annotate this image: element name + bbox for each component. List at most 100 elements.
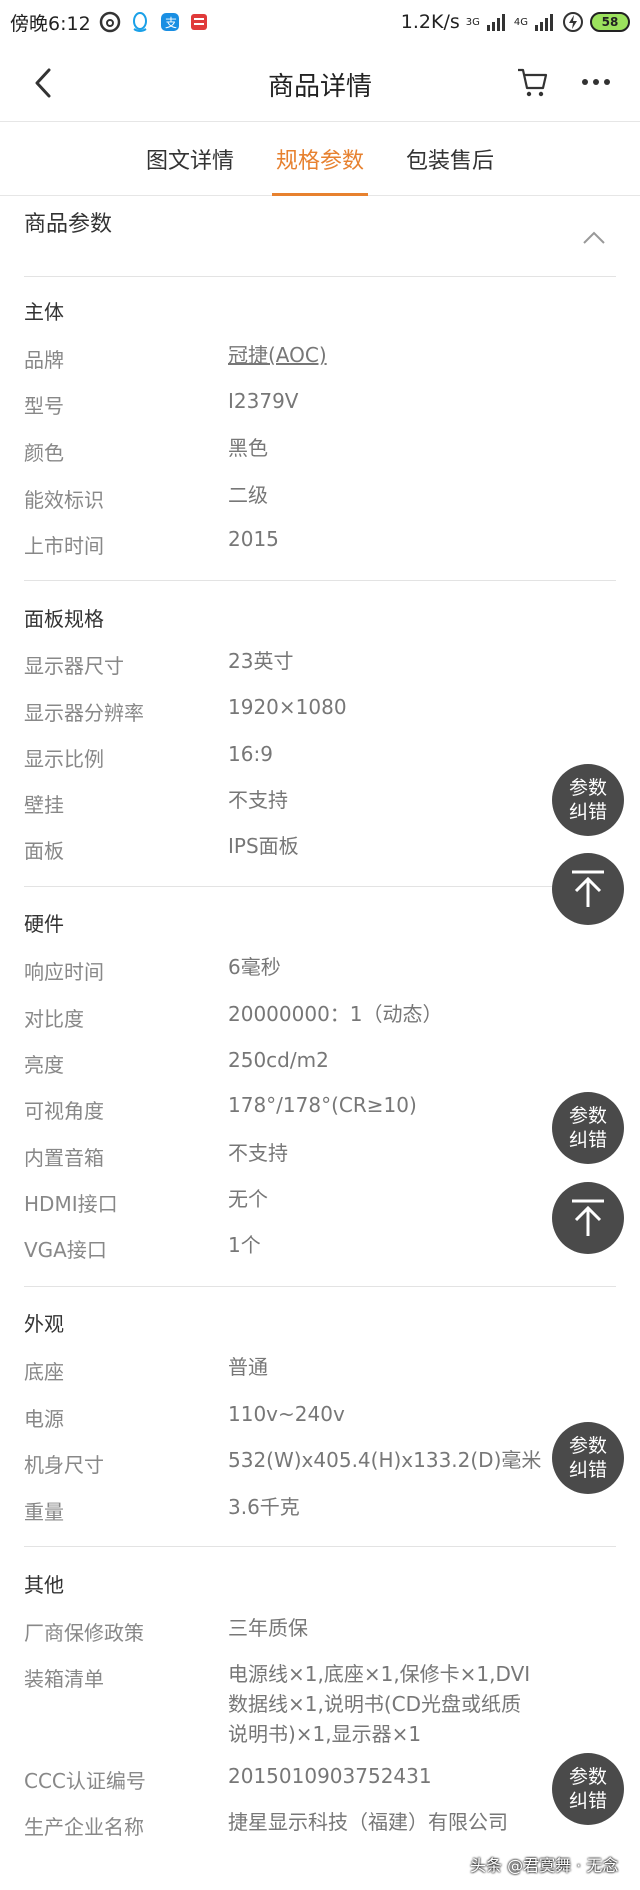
row-value-warranty: 三年质保: [228, 1616, 308, 1640]
correction-label-2: 纠错: [568, 1459, 607, 1481]
row-value-speakers: 不支持: [228, 1141, 288, 1165]
tab-image-text[interactable]: 图文详情: [142, 122, 238, 196]
row-value-contrast: 20000000：1（动态）: [228, 1002, 443, 1026]
correction-label-2: 纠错: [568, 801, 607, 823]
cart-icon: [518, 68, 548, 97]
battery-icon: 58: [590, 12, 630, 32]
row-label-color: 颜色: [24, 441, 64, 465]
row-value-hdmi: 无个: [228, 1187, 268, 1211]
row-label-warranty: 厂商保修政策: [24, 1621, 144, 1645]
network-type-2: 4G: [513, 16, 528, 28]
row-value-resolution: 1920×1080: [228, 695, 347, 719]
row-label-size: 显示器尺寸: [24, 654, 124, 678]
correction-label-2: 纠错: [568, 1129, 607, 1151]
row-label-manufacturer: 生产企业名称: [24, 1815, 144, 1839]
row-value-ccc: 2015010903752431: [228, 1764, 432, 1788]
signal-icon-2: [534, 13, 556, 31]
back-to-top-button[interactable]: [552, 853, 624, 925]
row-value-model: I2379V: [228, 389, 299, 413]
row-label-contrast: 对比度: [24, 1007, 84, 1031]
correction-label-1: 参数: [568, 777, 607, 799]
divider: [24, 276, 616, 277]
row-label-hdmi: HDMI接口: [24, 1192, 118, 1216]
signal-icon: [486, 13, 508, 31]
correction-label-1: 参数: [568, 1105, 607, 1127]
network-speed: 1.2K/s: [400, 11, 460, 33]
row-label-base: 底座: [24, 1360, 64, 1384]
row-value-size: 23英寸: [228, 649, 294, 673]
row-value-energy: 二级: [228, 483, 268, 507]
detail-tabs: 图文详情 规格参数 包装售后: [0, 122, 640, 196]
row-label-ccc: CCC认证编号: [24, 1769, 146, 1793]
row-value-packing: 电源线×1,底座×1,保修卡×1,DVI数据线×1,说明书(CD光盘或纸质说明书…: [228, 1662, 531, 1746]
row-label-wallmount: 壁挂: [24, 793, 64, 817]
collapse-button[interactable]: [580, 228, 608, 256]
group-title-other: 其他: [24, 1573, 64, 1597]
row-label-response: 响应时间: [24, 960, 104, 984]
brand-link[interactable]: 冠捷(AOC): [228, 340, 548, 370]
group-title-main: 主体: [24, 300, 64, 324]
divider: [24, 1546, 616, 1547]
row-value-base: 普通: [228, 1355, 268, 1379]
row-value-dimensions: 532(W)x405.4(H)x133.2(D)毫米: [228, 1448, 542, 1472]
row-value-vga: 1个: [228, 1233, 261, 1257]
row-label-model: 型号: [24, 394, 64, 418]
arrow-up-icon: [572, 870, 604, 907]
divider: [24, 1286, 616, 1287]
qq-icon: [129, 11, 151, 33]
row-label-brand: 品牌: [24, 348, 64, 372]
group-title-hardware: 硬件: [24, 912, 64, 936]
row-value-manufacturer: 捷星显示科技（福建）有限公司: [228, 1810, 508, 1834]
row-value-weight: 3.6千克: [228, 1495, 300, 1519]
more-button[interactable]: [578, 64, 614, 100]
row-label-panel: 面板: [24, 839, 64, 863]
row-label-viewangle: 可视角度: [24, 1099, 104, 1123]
row-label-release: 上市时间: [24, 534, 104, 558]
status-time: 傍晚6:12: [10, 12, 91, 35]
more-dots-icon: [582, 79, 610, 85]
arrow-up-icon: [572, 1199, 604, 1236]
divider: [24, 580, 616, 581]
alipay-icon: 支: [159, 11, 181, 33]
tab-specs[interactable]: 规格参数: [271, 122, 369, 196]
params-title: 商品参数: [24, 212, 113, 237]
row-value-wallmount: 不支持: [228, 788, 288, 812]
row-label-brightness: 亮度: [24, 1053, 64, 1077]
cart-button[interactable]: [515, 64, 551, 100]
row-label-vga: VGA接口: [24, 1238, 107, 1262]
row-label-energy: 能效标识: [24, 488, 104, 512]
row-value-panel: IPS面板: [228, 834, 299, 858]
row-label-speakers: 内置音箱: [24, 1146, 104, 1170]
tab-packaging[interactable]: 包装售后: [402, 122, 498, 196]
row-value-power: 110v~240v: [228, 1402, 345, 1426]
row-label-packing: 装箱清单: [24, 1667, 104, 1691]
network-type-1: 3G: [465, 16, 480, 28]
param-correction-button[interactable]: 参数 纠错: [552, 1753, 624, 1825]
svg-text:支: 支: [165, 16, 177, 30]
charging-icon: [562, 11, 584, 33]
news-app-icon: [189, 12, 209, 32]
netease-music-icon: [99, 11, 121, 33]
group-title-panel: 面板规格: [24, 607, 104, 631]
row-value-color: 黑色: [228, 436, 268, 460]
param-correction-button[interactable]: 参数 纠错: [552, 764, 624, 836]
row-value-ratio: 16:9: [228, 742, 273, 766]
chevron-up-icon: [583, 231, 605, 244]
param-correction-button[interactable]: 参数 纠错: [552, 1092, 624, 1164]
row-label-dimensions: 机身尺寸: [24, 1453, 104, 1477]
row-value-release: 2015: [228, 527, 279, 551]
row-label-power: 电源: [24, 1407, 64, 1431]
row-value-viewangle: 178°/178°(CR≥10): [228, 1093, 417, 1117]
row-label-weight: 重量: [24, 1500, 64, 1524]
divider: [24, 886, 616, 887]
back-to-top-button[interactable]: [552, 1182, 624, 1254]
row-label-resolution: 显示器分辨率: [24, 701, 144, 725]
status-bar: 傍晚6:12 支 1.2K/s 3G 4G 58: [0, 0, 640, 44]
watermark: 头条 @君寞舞 · 无念: [470, 1856, 619, 1875]
row-label-ratio: 显示比例: [24, 747, 104, 771]
correction-label-2: 纠错: [568, 1790, 607, 1812]
correction-label-1: 参数: [568, 1766, 607, 1788]
row-value-response: 6毫秒: [228, 955, 281, 979]
row-value-brightness: 250cd/m2: [228, 1048, 329, 1072]
param-correction-button[interactable]: 参数 纠错: [552, 1422, 624, 1494]
